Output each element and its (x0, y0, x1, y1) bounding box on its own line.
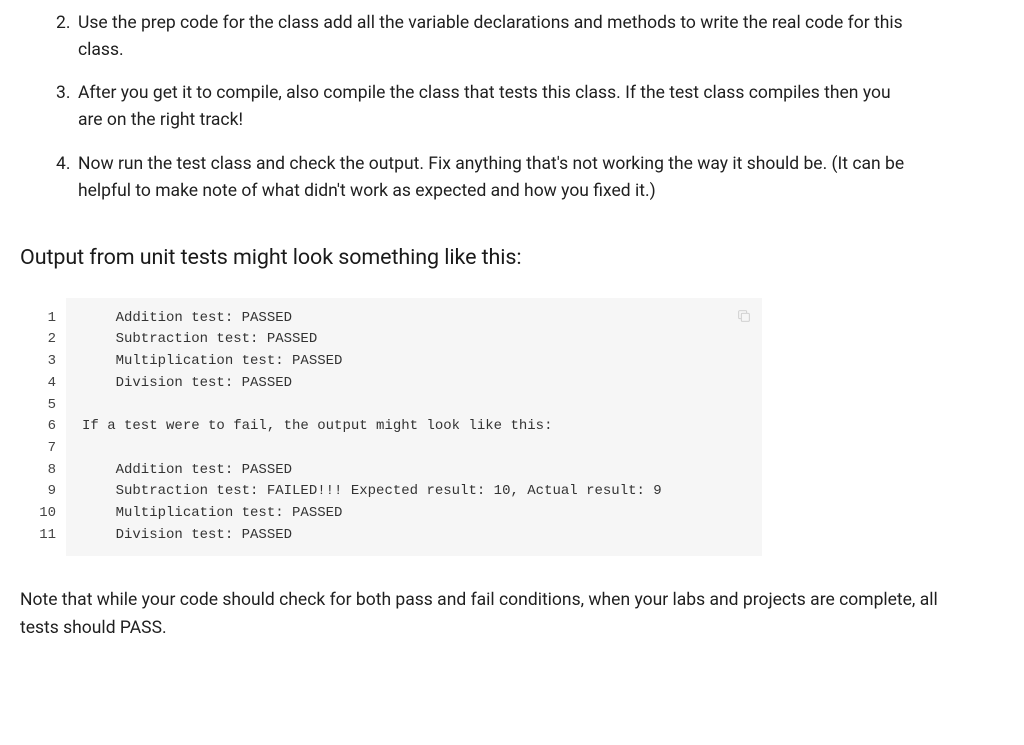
step-number: 3. (56, 80, 70, 107)
instruction-list: 2. Use the prep code for the class add a… (20, 10, 1004, 205)
code-block: 1 2 3 4 5 6 7 8 9 10 11 Addition test: P… (32, 298, 762, 557)
copy-icon[interactable] (736, 308, 752, 324)
step-text: Now run the test class and check the out… (78, 154, 904, 201)
step-number: 2. (56, 10, 70, 37)
step-number: 4. (56, 151, 70, 178)
instruction-step: 2. Use the prep code for the class add a… (56, 10, 1004, 64)
note-paragraph: Note that while your code should check f… (20, 586, 1004, 642)
code-line-numbers: 1 2 3 4 5 6 7 8 9 10 11 (32, 298, 66, 557)
instruction-step: 4. Now run the test class and check the … (56, 151, 1004, 205)
step-text: Use the prep code for the class add all … (78, 13, 903, 60)
instruction-step: 3. After you get it to compile, also com… (56, 80, 1004, 134)
section-heading: Output from unit tests might look someth… (20, 245, 1004, 270)
code-content: Addition test: PASSED Subtraction test: … (66, 298, 762, 557)
step-text: After you get it to compile, also compil… (78, 83, 891, 130)
